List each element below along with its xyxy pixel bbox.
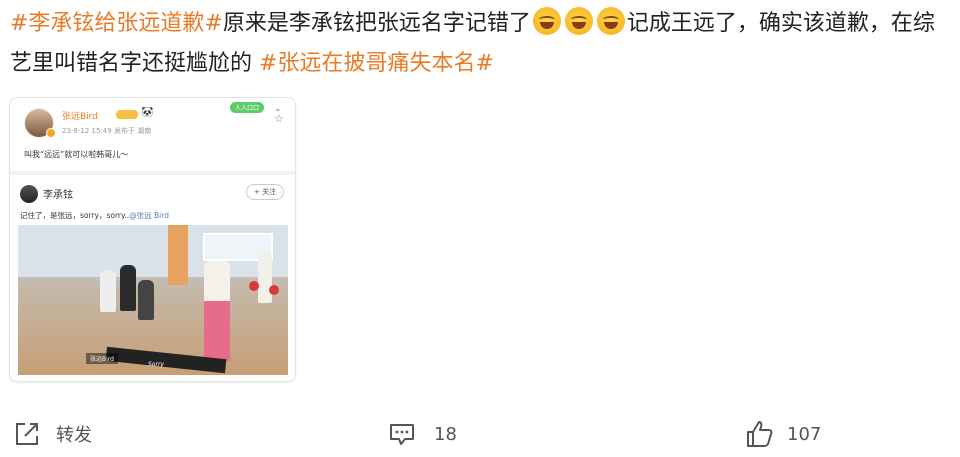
panda-icon: 🐼: [141, 107, 154, 118]
laugh-cry-emoji-icon: [596, 7, 625, 35]
comment-count: 18: [434, 423, 457, 445]
person-figure: [204, 261, 230, 361]
video-subtitle: Sorry: [148, 361, 164, 368]
comment-button[interactable]: 18: [388, 418, 457, 450]
fan-badge: 人人口口: [230, 102, 265, 113]
repost-button[interactable]: 转发: [12, 418, 92, 450]
avatar: [20, 185, 38, 203]
person-figure: [258, 251, 272, 303]
person-figure: [120, 265, 136, 311]
embedded-screenshot[interactable]: 张远Bird 🐼 23-8-12 15:49 发布于 湖南 人人口口 ⌄ ☆ 叫…: [9, 97, 296, 382]
like-count: 107: [787, 423, 822, 445]
reply-text: 记住了，是张远，sorry，sorry..@张远 Bird: [20, 211, 169, 220]
divider: [10, 171, 295, 175]
embed-meta: 23-8-12 15:49 发布于 湖南: [62, 127, 152, 135]
red-ball: [249, 281, 259, 291]
hashtag-link[interactable]: #李承铉给张远道歉#: [10, 11, 223, 36]
repost-icon: [16, 423, 38, 445]
video-caption: 张远Bird: [86, 353, 118, 364]
video-stripe: [168, 225, 188, 285]
video-still: 张远Bird Sorry: [18, 225, 288, 375]
star-icon: ☆: [274, 112, 284, 125]
thumbs-up-icon: [747, 421, 773, 447]
embed-quote: 叫我“远远”就可以啦韩哥儿～: [24, 150, 129, 159]
hashtag-link[interactable]: #张远在披哥痛失本名#: [259, 51, 494, 76]
embed-username: 张远Bird: [62, 112, 98, 122]
reply-username: 李承铉: [43, 190, 73, 201]
laugh-cry-emoji-icon: [532, 7, 561, 35]
post-body-text: 原来是李承铉把张远名字记错了: [222, 11, 531, 36]
person-figure: [138, 280, 154, 320]
person-figure: [100, 270, 116, 312]
verified-badge-icon: [46, 128, 56, 138]
follow-button: + 关注: [246, 184, 285, 200]
laugh-cry-emoji-icon: [564, 7, 593, 35]
like-button[interactable]: 107: [745, 418, 821, 450]
comment-icon: [390, 424, 414, 445]
red-ball: [269, 285, 279, 295]
post-text: #李承铉给张远道歉#原来是李承铉把张远名字记错了 记成王远了，确实该道歉，在综艺里…: [10, 4, 950, 84]
level-badge-icon: [116, 110, 138, 119]
repost-label: 转发: [56, 425, 92, 446]
